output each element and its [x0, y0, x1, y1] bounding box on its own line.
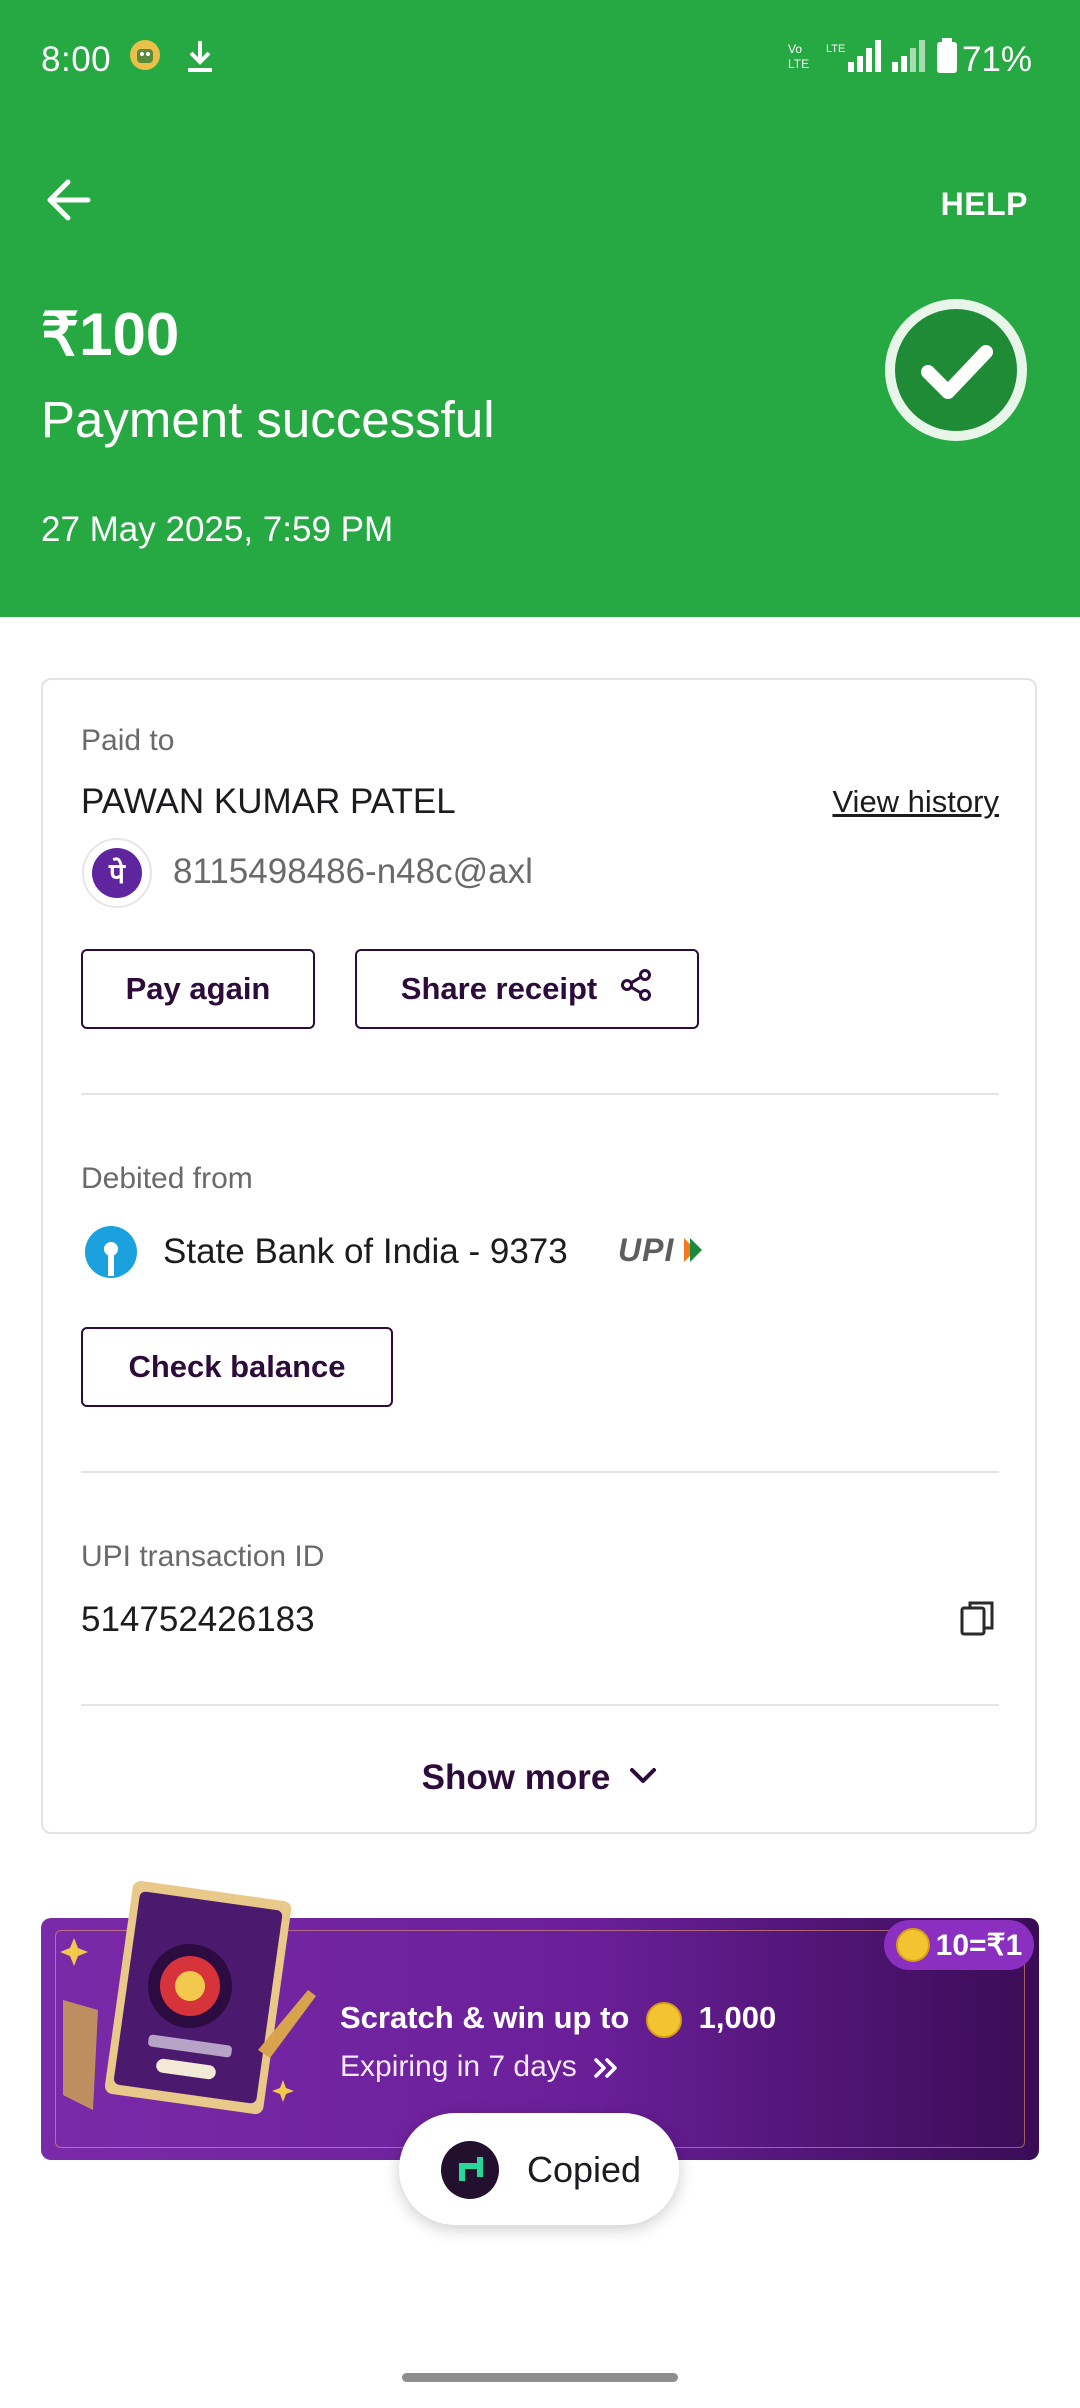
status-time: 8:00 [41, 40, 112, 79]
divider [81, 1471, 999, 1473]
banner-expiry: Expiring in 7 days [340, 2050, 621, 2084]
signal-icon: LTE [826, 38, 882, 79]
status-bar: 8:00 Vo LTE LTE 71% [0, 0, 1080, 122]
show-more-button[interactable]: Show more [400, 1752, 680, 1804]
share-icon [619, 968, 653, 1010]
chevron-down-icon [628, 1766, 658, 1791]
coin-rate-badge: 10=₹1 [884, 1920, 1034, 1970]
home-indicator[interactable] [402, 2373, 678, 2382]
phonepe-glyph: पे [109, 858, 125, 889]
pay-again-label: Pay again [125, 971, 271, 1006]
success-check-icon [884, 298, 1028, 442]
divider [81, 1704, 999, 1706]
payment-amount: ₹100 [41, 301, 180, 368]
phonepe-app-icon: पे [81, 837, 153, 909]
scratch-card-illustration [58, 1880, 318, 2130]
upi-logo: UPI [618, 1232, 675, 1268]
android-debug-icon [128, 38, 162, 77]
share-receipt-button[interactable]: Share receipt [355, 949, 699, 1029]
check-balance-label: Check balance [128, 1349, 346, 1384]
divider [81, 1093, 999, 1095]
banner-title-prefix: Scratch & win up to [340, 2000, 630, 2035]
pay-again-button[interactable]: Pay again [81, 949, 315, 1029]
svg-text:Vo: Vo [788, 42, 802, 56]
banner-expiry-text: Expiring in 7 days [340, 2050, 577, 2083]
svg-text:LTE: LTE [788, 57, 809, 71]
help-button[interactable]: HELP [941, 186, 1028, 223]
download-icon [184, 38, 216, 79]
sbi-bank-icon [83, 1224, 139, 1280]
debited-from-label: Debited from [81, 1162, 253, 1195]
volte-icon: Vo LTE [786, 38, 818, 79]
paid-to-label: Paid to [81, 724, 175, 757]
coin-icon [895, 1928, 930, 1962]
svg-text:LTE: LTE [826, 43, 845, 55]
show-more-label: Show more [421, 1758, 611, 1797]
payment-status: Payment successful [41, 391, 495, 448]
banner-title-amount: 1,000 [698, 2000, 777, 2035]
bank-account: State Bank of India - 9373 [163, 1232, 568, 1271]
transaction-id-label: UPI transaction ID [81, 1540, 325, 1573]
copied-toast: Copied [399, 2113, 679, 2225]
coin-icon [645, 2001, 682, 2038]
banner-title: Scratch & win up to 1,000 [340, 2000, 776, 2038]
transaction-id: 514752426183 [81, 1600, 315, 1639]
payee-upi-id: 8115498486-n48c@axl [173, 852, 533, 891]
signal-2-icon [890, 38, 926, 79]
toast-text: Copied [527, 2149, 642, 2190]
back-arrow-icon[interactable] [40, 170, 100, 230]
view-history-link[interactable]: View history [832, 784, 999, 820]
battery-level: 71% [961, 40, 1032, 79]
copy-icon[interactable] [958, 1598, 998, 1638]
double-chevron-right-icon [594, 2058, 617, 2078]
payment-date: 27 May 2025, 7:59 PM [41, 510, 394, 549]
check-balance-button[interactable]: Check balance [81, 1327, 393, 1407]
share-receipt-label: Share receipt [400, 971, 598, 1006]
paytm-app-icon [441, 2141, 499, 2199]
payee-name: PAWAN KUMAR PATEL [81, 782, 456, 821]
battery-icon [936, 38, 958, 79]
upi-arrow-icon [682, 1236, 704, 1269]
coin-rate-text: 10=₹1 [935, 1928, 1023, 1962]
payment-header: 8:00 Vo LTE LTE 71% HELP ₹100 Payment suc… [0, 0, 1080, 617]
